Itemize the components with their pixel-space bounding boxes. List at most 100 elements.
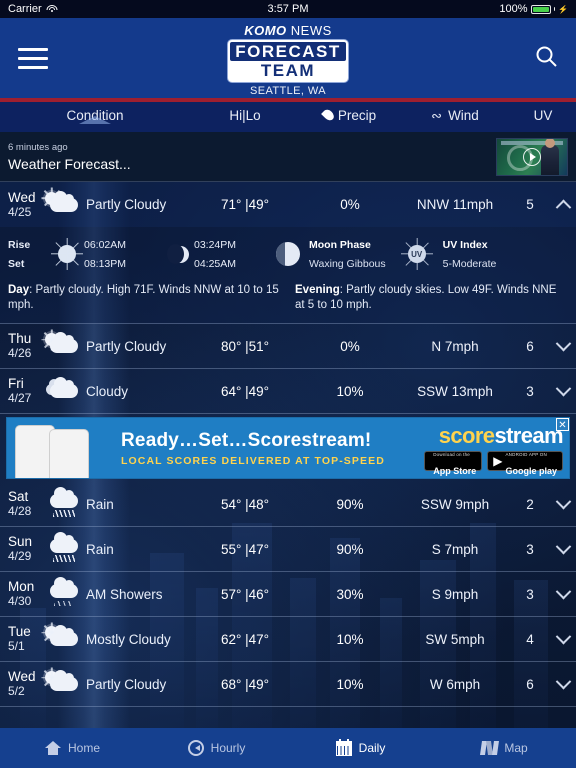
water-droplet-icon (320, 107, 336, 123)
scorestream-ad-banner[interactable]: Ready…Set…Scorestream! LOCAL SCORES DELI… (6, 417, 570, 479)
row-expand-toggle[interactable] (550, 199, 576, 216)
table-row[interactable]: Wed 4/25 Partly Cloudy 71° |49° 0% NNW 1… (0, 182, 576, 227)
weather-app: Carrier 3:57 PM 100% ⚡ KOMO NEWS FORECAS… (0, 0, 576, 768)
table-row[interactable]: Tue 5/1 Mostly Cloudy 62° |47° 10% SW 5m… (0, 617, 576, 662)
bottom-tab-bar: Home Hourly Daily Map (0, 728, 576, 768)
row-expand-toggle[interactable] (550, 583, 576, 600)
row-condition: Partly Cloudy (44, 332, 190, 359)
row-condition-label: Cloudy (86, 383, 129, 399)
chevron-down-icon (555, 538, 571, 554)
row-precip: 90% (336, 541, 364, 557)
table-row[interactable]: Sat 4/28 Rain 54° |48° 90% SSW 9mph 2 (0, 482, 576, 527)
partly-cloudy-icon (44, 332, 80, 359)
row-weekday: Tue (8, 624, 31, 639)
google-play-badge[interactable]: ▶ ANDROID APP ON Google play (487, 451, 563, 476)
uv-index-label: UV Index (442, 238, 488, 251)
rain-icon (44, 532, 80, 562)
navigation-bar: KOMO NEWS FORECAST TEAM SEATTLE, WA (0, 18, 576, 102)
row-condition: AM Showers (44, 577, 190, 607)
row-hilo: 68° |49° (220, 676, 270, 692)
table-row[interactable]: Wed 5/2 Partly Cloudy 68° |49° 10% W 6mp… (0, 662, 576, 707)
tab-home[interactable]: Home (0, 739, 144, 757)
row-uv: 5 (526, 197, 534, 212)
row-condition: Rain (44, 487, 190, 517)
clock-icon (187, 739, 205, 757)
search-icon[interactable] (534, 44, 558, 73)
row-weekday: Sun (8, 534, 33, 549)
moon-times: 03:24PM 04:25AM (194, 239, 276, 270)
row-date: Sun 4/29 (0, 534, 44, 564)
map-icon (480, 739, 499, 757)
table-row[interactable]: Fri 4/27 Cloudy 64° |49° 10% SSW 13mph 3 (0, 369, 576, 414)
row-date: Mon 4/30 (0, 579, 44, 609)
tab-daily[interactable]: Daily (288, 739, 432, 757)
astronomy-row: Rise Set 06:02AM 08:13PM 03:24PM 04:25AM… (8, 233, 568, 275)
table-row[interactable]: Mon 4/30 AM Showers 57° |46° 30% S 9mph … (0, 572, 576, 617)
thumbnail-meteorologist-icon (541, 138, 559, 175)
set-label: Set (8, 257, 25, 270)
hamburger-menu-icon[interactable] (18, 47, 48, 69)
row-condition-label: Partly Cloudy (86, 197, 167, 212)
expanded-detail-panel: Rise Set 06:02AM 08:13PM 03:24PM 04:25AM… (0, 227, 576, 324)
table-row[interactable]: Sun 4/29 Rain 55° |47° 90% S 7mph 3 (0, 527, 576, 572)
row-date-number: 5/2 (8, 684, 25, 698)
row-weekday: Wed (8, 189, 36, 205)
charging-bolt-icon: ⚡ (558, 4, 568, 14)
play-button-icon[interactable] (523, 147, 541, 166)
tab-home-label: Home (67, 741, 100, 755)
app-store-badge[interactable]: Download on the App Store (424, 451, 483, 476)
rise-label: Rise (8, 238, 31, 251)
video-thumbnail[interactable] (496, 137, 568, 176)
app-store-badge-bottom: App Store (433, 466, 477, 476)
brand-news-label: NEWS (290, 23, 332, 38)
chevron-down-icon (555, 380, 571, 396)
row-wind: S 9mph (431, 586, 479, 602)
column-header-bar: Condition Hi|Lo Precip ∾ Wind UV (0, 98, 576, 132)
day-narrative-text: : Partly cloudy. High 71F. Winds NNW at … (8, 284, 279, 311)
row-weekday: Wed (8, 669, 36, 684)
day-narrative-label: Day (8, 284, 30, 296)
partly-cloudy-icon (44, 190, 80, 218)
moon-phase-icon (276, 242, 300, 266)
home-icon (44, 739, 62, 757)
row-expand-toggle[interactable] (550, 628, 576, 645)
tab-hourly-label: Hourly (210, 741, 246, 755)
column-header-uv[interactable]: UV (510, 108, 576, 123)
row-expand-toggle[interactable] (550, 538, 576, 555)
video-strip[interactable]: 6 minutes ago Weather Forecast... (0, 132, 576, 182)
partly-cloudy-icon (44, 670, 80, 697)
row-condition: Mostly Cloudy (44, 625, 190, 652)
row-precip: 10% (336, 676, 364, 692)
row-condition: Partly Cloudy (44, 190, 190, 218)
google-play-badge-top: ANDROID APP ON (505, 452, 547, 457)
row-expand-toggle[interactable] (550, 335, 576, 352)
uv-badge-label: UV (407, 245, 426, 263)
uv-index-text: UV Index 5-Moderate (443, 239, 497, 270)
row-expand-toggle[interactable] (550, 673, 576, 690)
row-hilo: 80° |51° (220, 338, 270, 354)
row-condition-label: AM Showers (86, 586, 163, 602)
ad-copy: Ready…Set…Scorestream! LOCAL SCORES DELI… (117, 430, 409, 467)
forecast-content: Wed 4/25 Partly Cloudy 71° |49° 0% NNW 1… (0, 182, 576, 707)
moon-phase-value: Waxing Gibbous (309, 257, 386, 270)
row-wind: NNW 11mph (416, 197, 494, 212)
column-header-condition[interactable]: Condition (0, 108, 190, 124)
column-header-precip[interactable]: Precip (300, 108, 400, 123)
evening-narrative-label: Evening (295, 284, 340, 296)
sun-times: 06:02AM 08:13PM (84, 239, 166, 270)
tab-map[interactable]: Map (432, 739, 576, 757)
row-expand-toggle[interactable] (550, 380, 576, 397)
uv-sun-icon: UV (400, 237, 434, 271)
forecast-row-group-top: Wed 4/25 Partly Cloudy 71° |49° 0% NNW 1… (0, 182, 576, 414)
row-precip: 30% (336, 586, 364, 602)
close-icon[interactable]: ✕ (556, 418, 569, 431)
tab-hourly[interactable]: Hourly (144, 739, 288, 757)
column-header-hilo[interactable]: Hi|Lo (190, 108, 300, 123)
row-hilo: 64° |49° (220, 383, 270, 399)
column-header-wind[interactable]: ∾ Wind (400, 108, 510, 123)
table-row[interactable]: Thu 4/26 Partly Cloudy 80° |51° 0% N 7mp… (0, 324, 576, 369)
row-wind: N 7mph (431, 338, 479, 354)
day-narrative: Day: Partly cloudy. High 71F. Winds NNW … (8, 283, 281, 313)
column-header-precip-label: Precip (337, 107, 377, 123)
row-expand-toggle[interactable] (550, 493, 576, 510)
